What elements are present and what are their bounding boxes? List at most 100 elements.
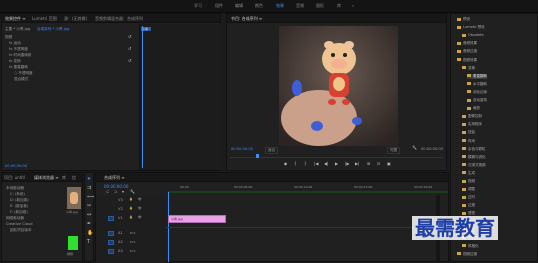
pen-tool-icon[interactable]: ✒ [87,222,91,227]
effect-transform[interactable]: fx 变换 [9,59,21,64]
track-target-a2[interactable] [108,240,114,245]
workspace-graphics[interactable]: 图形 [316,3,324,9]
effects-item[interactable]: 视频效果 [457,58,477,63]
tab-lumetri-scopes[interactable]: Lumetri 范围 [32,16,57,22]
workspace-edit[interactable]: 编辑 [235,3,243,9]
tree-drive-d[interactable]: D: (新加卷) [10,198,29,203]
tab-audio-clip-mixer[interactable]: 音频剪辑混合器：合成序列 [95,16,143,22]
track-label-a2[interactable]: A2 [118,240,123,244]
track-label-v3[interactable]: V3 [118,198,123,202]
keyframe-area[interactable]: 小青 [139,24,222,170]
track-target-v1[interactable] [108,216,114,221]
track-label-v2[interactable]: V2 [118,207,123,211]
track-select-icon[interactable]: ⇉ [87,186,91,191]
tree-drive-f[interactable]: F: (新加卷) [10,210,28,215]
track-target-a1[interactable] [108,231,114,236]
tab-program[interactable]: 节目: 合成序列 ≡ [231,16,262,22]
tab-effect-controls[interactable]: 效果控件 ≡ [5,16,26,22]
step-forward-icon[interactable]: |▶ [345,162,349,166]
program-timecode[interactable]: 00:00:00:00 [231,147,253,151]
lock-icon[interactable]: 🔒 [129,198,133,201]
add-marker-icon[interactable]: ◆ [284,162,287,166]
program-scrubber[interactable] [230,154,443,158]
mute-solo-a1[interactable]: M S [130,231,135,235]
quality-select[interactable]: 完整 [387,147,401,154]
clip-xiaoqing[interactable]: 小青.jpg [168,215,226,223]
effects-item[interactable]: 时间 [462,139,475,144]
workspace-effects[interactable]: 效果 [276,3,284,9]
eye-icon[interactable]: 👁 [138,216,142,219]
play-icon[interactable]: ▶ [335,162,338,166]
workspace-libraries[interactable]: 库 [337,3,341,9]
thumbnail-greenscreen[interactable] [68,236,78,250]
effects-item[interactable]: 垂直翻转 [467,73,487,79]
mute-solo-a3[interactable]: M S [130,249,135,253]
lift-icon[interactable]: ⊞ [367,162,370,166]
tree-team-projects[interactable]: 团队项目版本 [10,228,32,233]
tab-media-browser[interactable]: 媒体浏览器 ≡ [34,175,59,181]
mark-in-icon[interactable]: { [294,162,297,166]
effect-motion[interactable]: fx 运动 [9,41,21,46]
hand-tool-icon[interactable]: ✋ [87,231,93,236]
slip-tool-icon[interactable]: ↔ [87,213,91,218]
video-frame[interactable] [279,26,398,146]
effects-item[interactable]: 杂色与颗粒 [462,147,486,152]
tree-drive-c[interactable]: C: (系统) [10,192,25,197]
effects-item[interactable]: 沉浸式视频 [462,163,486,168]
opacity-shape-tools[interactable]: ○ 不透明度 [14,71,33,76]
track-label-a1[interactable]: A1 [118,231,123,235]
tree-local-drives[interactable]: 本地驱动器 [6,186,24,191]
blend-mode-label[interactable]: 混合模式 [14,77,28,82]
effects-item[interactable]: 实用程序 [462,122,482,127]
tree-network-drives[interactable]: 网络驱动器 [6,216,24,221]
workspace-more-icon[interactable]: » [352,3,354,8]
workspace-learn[interactable]: 学习 [194,3,202,9]
lock-icon[interactable]: 🔒 [129,216,133,219]
reset-icon[interactable]: ↺ [128,35,131,39]
zoom-select[interactable]: 适合 [265,147,279,154]
effects-item[interactable]: 模糊与锐化 [462,155,486,160]
mute-solo-a2[interactable]: M S [130,240,135,244]
master-clip-label[interactable]: 主要 * 小青.jpg [5,27,30,32]
tab-libraries[interactable]: 库 [62,175,66,181]
effects-item[interactable]: 自动重构 [467,98,487,103]
effects-item[interactable]: 羽化边缘 [467,90,487,95]
track-label-a3[interactable]: A3 [118,249,123,253]
eye-icon[interactable]: 👁 [138,207,142,210]
type-tool-icon[interactable]: T [87,240,90,245]
track-target-a3[interactable] [108,249,114,254]
effects-item[interactable]: Obsolete [462,33,484,37]
workspace-color[interactable]: 颜色 [255,3,263,9]
effects-item[interactable]: Lumetri 预设 [457,25,485,30]
effects-item[interactable]: 图像控制 [462,114,482,119]
wrench-icon[interactable]: 🔧 [412,146,417,150]
ripple-edit-icon[interactable]: ⟺ [87,195,94,200]
track-label-v1[interactable]: V1 [118,216,123,220]
add-marker-icon[interactable]: ▾ [122,190,124,194]
linked-select-icon[interactable]: ⊃ [114,190,117,194]
tree-creative-cloud[interactable]: Creative Cloud [6,222,32,226]
effects-item[interactable]: 视频过渡 [457,252,477,257]
sequence-clip-label[interactable]: 合成序列 * 小青.jpg [37,27,69,32]
reset-icon[interactable]: ↺ [128,59,131,63]
effects-item[interactable]: 扭曲 [462,130,475,135]
effects-item[interactable]: 音频过渡 [457,49,477,54]
workspace-audio[interactable]: 音频 [296,3,304,9]
effects-item[interactable]: 过渡 [462,203,475,208]
export-frame-icon[interactable]: ▣ [387,162,391,166]
thumbnail-xiaoqing[interactable] [67,187,81,209]
effect-opacity[interactable]: fx 不透明度 [9,47,28,52]
extract-icon[interactable]: ⊡ [377,162,380,166]
timeline-settings-icon[interactable]: 🔧 [130,190,135,194]
go-to-out-icon[interactable]: ▶| [355,162,359,166]
tree-drive-e[interactable]: E: (新加卷) [10,204,28,209]
tab-source[interactable]: 源：(无剪辑) [64,16,87,22]
effect-controls-timecode[interactable]: 00:00:00:00 [5,164,27,168]
tab-sequence[interactable]: 合成序列 ≡ [104,175,125,181]
effects-item[interactable]: 音频效果 [457,41,477,46]
selection-tool-icon[interactable]: ➤ [87,177,91,182]
step-back-icon[interactable]: ◀| [324,162,328,166]
effect-time-remap[interactable]: fx 时间重映射 [9,53,32,58]
mark-out-icon[interactable]: } [304,162,307,166]
effects-item[interactable]: 风格化 [462,244,479,249]
